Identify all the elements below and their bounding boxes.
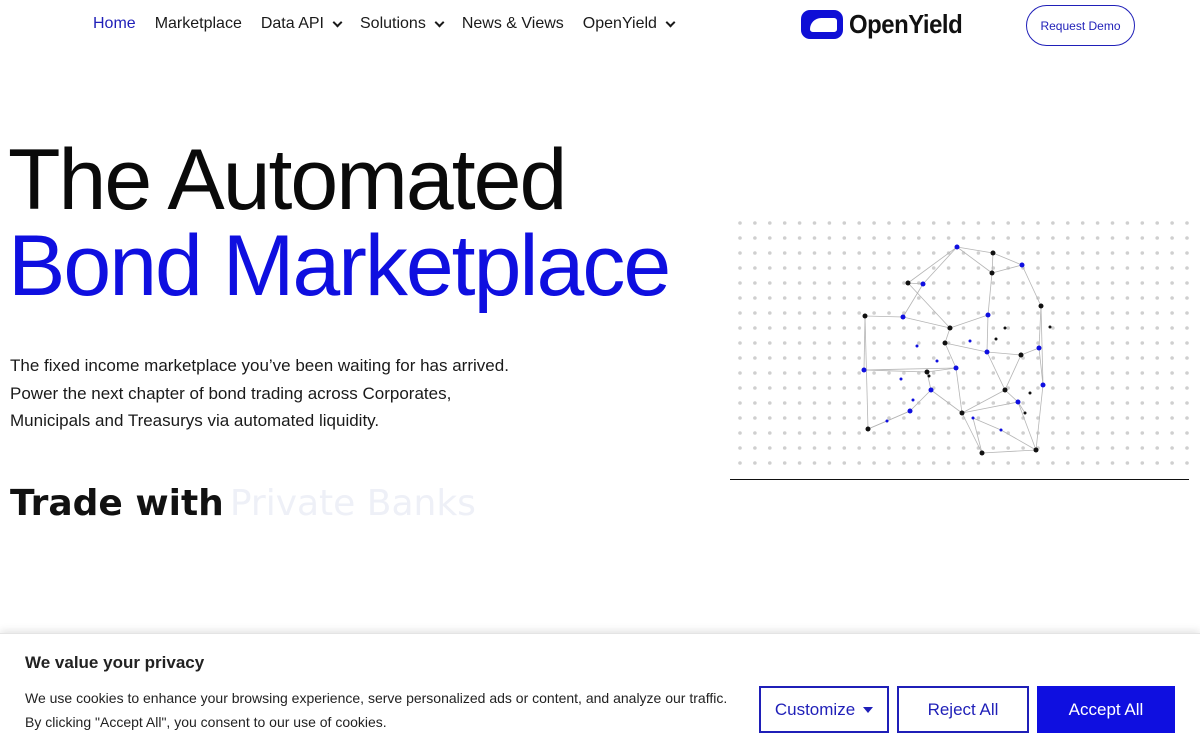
nav-item-label: Solutions — [360, 15, 426, 32]
cookie-text-line: By clicking "Accept All", you consent to… — [25, 714, 387, 730]
reject-all-button[interactable]: Reject All — [897, 686, 1029, 733]
cookie-title: We value your privacy — [25, 653, 205, 672]
accept-all-button[interactable]: Accept All — [1037, 686, 1175, 733]
hero-title-line1: The Automated — [8, 132, 567, 228]
nav-item-label: Home — [93, 15, 136, 32]
trade-rotating-text: Private Banks — [229, 483, 476, 524]
nav-item-openyield[interactable]: OpenYield — [582, 15, 676, 33]
cookie-banner: We value your privacy We use cookies to … — [0, 633, 1200, 750]
nav-item-label: Marketplace — [154, 15, 242, 32]
nav-item-data-api[interactable]: Data API — [260, 15, 343, 33]
customize-label: Customize — [774, 699, 856, 719]
hero-description-line: Power the next chapter of bond trading a… — [10, 383, 452, 403]
logo-text: OpenYield — [849, 8, 963, 39]
logo-mark-icon — [801, 9, 843, 39]
nav-links: Home Marketplace Data API Solutions News… — [93, 15, 693, 33]
nav-item-label: Data API — [260, 15, 324, 32]
cookie-text-line: We use cookies to enhance your browsing … — [25, 690, 728, 706]
cookie-text: We use cookies to enhance your browsing … — [25, 686, 745, 734]
nav-item-label: OpenYield — [582, 15, 657, 32]
nav-item-news-views[interactable]: News & Views — [462, 15, 564, 33]
caret-down-icon — [863, 706, 874, 713]
network-graphic — [730, 215, 1189, 480]
chevron-down-icon — [332, 17, 343, 27]
nav-item-home[interactable]: Home — [93, 15, 136, 33]
nav-item-marketplace[interactable]: Marketplace — [155, 15, 242, 33]
hero-title-line2: Bond Marketplace — [8, 218, 671, 314]
chevron-down-icon — [665, 17, 676, 27]
request-demo-button[interactable]: Request Demo — [1026, 5, 1135, 46]
trade-prefix: Trade with — [10, 483, 224, 524]
nav-item-solutions[interactable]: Solutions — [360, 15, 445, 33]
network-graph-icon — [738, 221, 1189, 465]
customize-button[interactable]: Customize — [759, 686, 889, 733]
nav-item-label: News & Views — [461, 15, 564, 32]
top-nav: Home Marketplace Data API Solutions News… — [0, 0, 1200, 52]
trade-with-heading: Trade with Private Banks — [10, 483, 476, 524]
logo[interactable]: OpenYield — [801, 8, 972, 40]
hero-description-line: Municipals and Treasurys via automated l… — [10, 411, 380, 430]
hero-description: The fixed income marketplace you’ve been… — [10, 352, 570, 435]
chevron-down-icon — [434, 17, 445, 27]
hero-description-line: The fixed income marketplace you’ve been… — [10, 356, 509, 375]
